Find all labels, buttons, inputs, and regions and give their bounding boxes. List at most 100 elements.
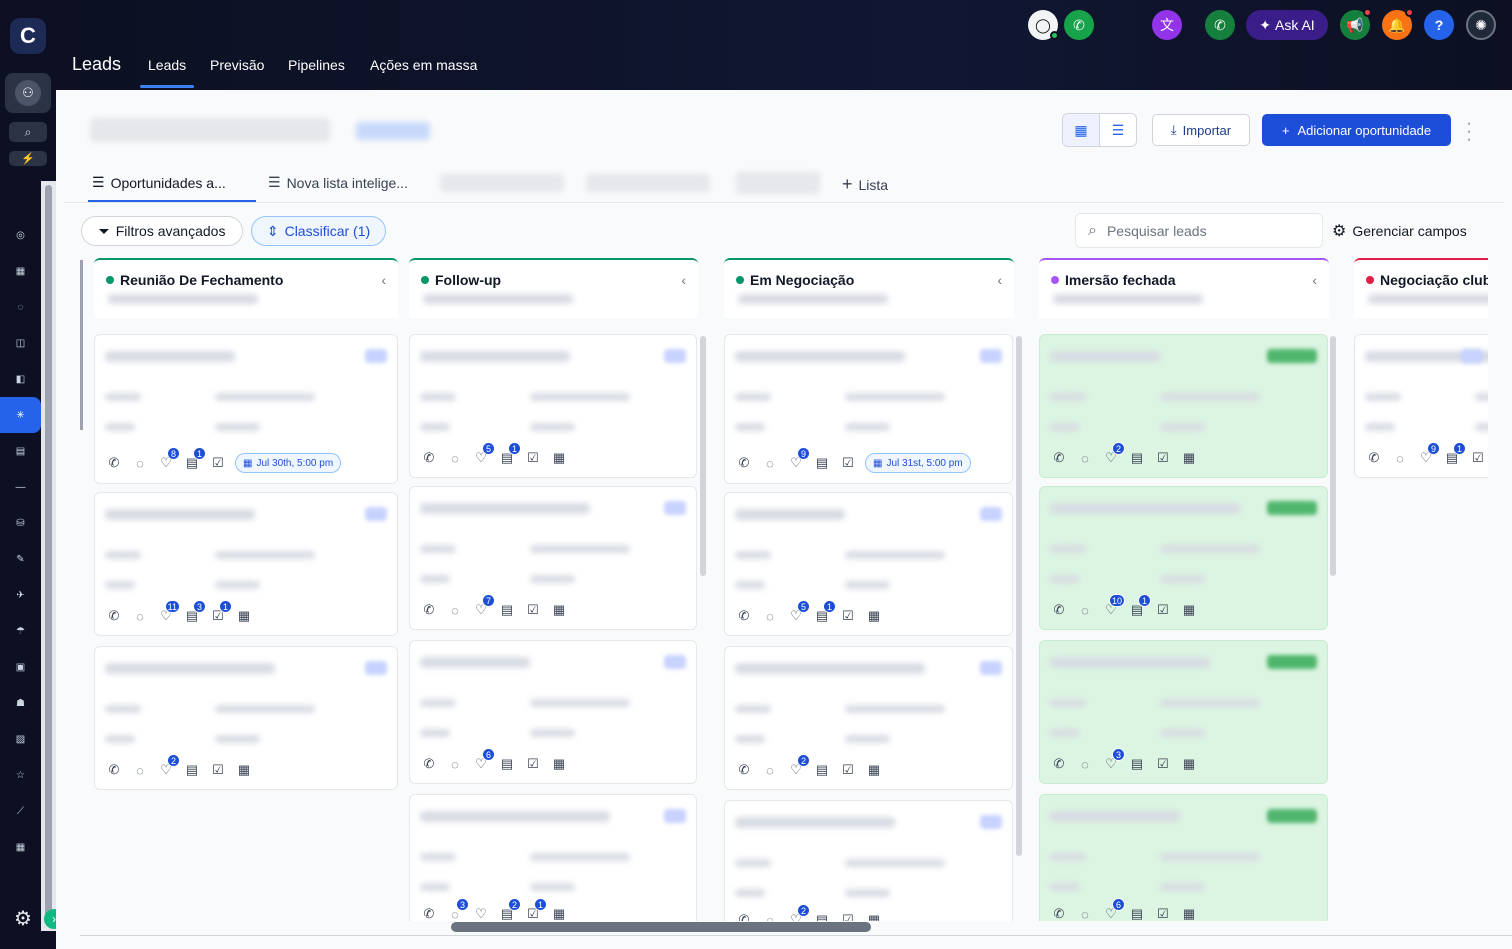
calendar-icon[interactable]: ▦: [550, 755, 568, 773]
phone-icon[interactable]: ✆: [1050, 449, 1068, 467]
chat-bubble-icon[interactable]: ◯: [1028, 10, 1059, 40]
doc-icon[interactable]: ▤: [1128, 905, 1146, 921]
tab-pipelines[interactable]: Pipelines: [288, 57, 345, 73]
doc-icon[interactable]: ▤: [183, 761, 201, 779]
tab-leads[interactable]: Leads: [148, 57, 186, 73]
account-switcher[interactable]: ⚇: [5, 73, 51, 113]
doc-icon[interactable]: ▤: [813, 761, 831, 779]
opportunity-card[interactable]: ✆◌♡9▤1☑▦: [1354, 334, 1488, 478]
help-icon[interactable]: ?: [1424, 10, 1454, 40]
board-horizontal-scrollbar[interactable]: [451, 922, 871, 932]
check-icon[interactable]: ☑: [1469, 449, 1487, 467]
check-icon[interactable]: ☑: [1154, 449, 1172, 467]
more-options-icon[interactable]: · · ·: [1464, 116, 1474, 148]
phone-icon[interactable]: ✆: [735, 607, 753, 625]
sidebar-item-12-icon[interactable]: ▣: [0, 649, 41, 685]
phone-icon[interactable]: ✆: [1205, 10, 1235, 40]
opportunity-card[interactable]: ✆ ◌ ♡ 3 ▤ ☑ ▦: [1039, 640, 1328, 784]
profile-avatar[interactable]: ✺: [1466, 10, 1496, 40]
check-icon[interactable]: ☑: [839, 607, 857, 625]
chat-icon[interactable]: ◌: [761, 454, 779, 472]
phone-icon[interactable]: ✆: [420, 449, 438, 467]
sidebar-item-15-icon[interactable]: ☆: [0, 757, 41, 793]
calendar-icon[interactable]: ▦: [235, 761, 253, 779]
list-tab-hidden[interactable]: [736, 172, 820, 194]
column-scrollbar[interactable]: [700, 336, 706, 576]
column-scrollbar[interactable]: [1330, 336, 1336, 576]
chat-icon[interactable]: ◌: [1076, 601, 1094, 619]
calendar-icon[interactable]: ▦: [1180, 449, 1198, 467]
list-tab-hidden[interactable]: [440, 174, 564, 192]
import-button[interactable]: ⤓ Importar: [1152, 114, 1250, 146]
sidebar-item-3-icon[interactable]: ◫: [0, 325, 41, 361]
list-view-icon[interactable]: ☰: [1100, 114, 1136, 146]
sidebar-item-8-icon[interactable]: ⛁: [0, 505, 41, 541]
translate-icon[interactable]: 文: [1152, 10, 1182, 40]
chat-icon[interactable]: ◌: [1076, 905, 1094, 922]
sidebar-item-0-icon[interactable]: ◎: [0, 217, 41, 253]
opportunity-card[interactable]: ✆ ◌ 3 ♡ ▤ 2 ☑ 1 ▦: [409, 794, 697, 921]
tag-icon[interactable]: ♡ 2: [787, 754, 810, 779]
doc-icon[interactable]: ▤ 1: [1128, 594, 1151, 619]
sidebar-scrollbar-thumb[interactable]: [45, 185, 52, 921]
tag-icon[interactable]: ♡ 8: [157, 447, 180, 472]
doc-icon[interactable]: ▤ 1: [813, 600, 836, 625]
phone-icon[interactable]: ✆: [735, 761, 753, 779]
check-icon[interactable]: ☑: [839, 454, 857, 472]
collapse-chevron-icon[interactable]: ‹: [381, 272, 386, 288]
opportunity-card[interactable]: ✆ ◌ ♡ 9 ▤ ☑ ▦ Jul 31st, 5:00 pm: [724, 334, 1013, 484]
calendar-icon[interactable]: ▦: [550, 449, 568, 467]
opportunity-card[interactable]: ✆ ◌ ♡ 7 ▤ ☑ ▦: [409, 486, 697, 630]
sidebar-item-4-icon[interactable]: ◧: [0, 361, 41, 397]
check-icon[interactable]: ☑: [1154, 601, 1172, 619]
calendar-icon[interactable]: ▦: [1180, 755, 1198, 773]
calendar-icon[interactable]: ▦: [865, 761, 883, 779]
phone-icon[interactable]: ✆: [1050, 601, 1068, 619]
check-icon[interactable]: ☑ 1: [524, 898, 547, 921]
settings-gear-icon[interactable]: ⚙: [14, 906, 32, 931]
sidebar-item-17-icon[interactable]: ▦: [0, 829, 41, 865]
list-tab-hidden[interactable]: [586, 174, 710, 192]
calendar-icon[interactable]: ▦: [865, 607, 883, 625]
tag-icon[interactable]: ♡ 6: [472, 748, 495, 773]
chat-icon[interactable]: ◌: [1076, 449, 1094, 467]
sidebar-item-1-icon[interactable]: ▦: [0, 253, 41, 289]
opportunity-card[interactable]: ✆ ◌ ♡ 2 ▤ ☑ ▦: [94, 646, 398, 790]
tag-icon[interactable]: ♡ 9: [1417, 442, 1440, 467]
doc-icon[interactable]: ▤ 1: [1443, 442, 1466, 467]
chat-icon[interactable]: ◌: [761, 911, 779, 922]
tag-icon[interactable]: ♡ 9: [787, 447, 810, 472]
tag-icon[interactable]: ♡ 6: [1102, 898, 1125, 921]
sidebar-item-13-icon[interactable]: ☗: [0, 685, 41, 721]
task-due-date-pill[interactable]: ▦ Jul 30th, 5:00 pm: [235, 453, 342, 473]
check-icon[interactable]: ☑: [209, 761, 227, 779]
opportunity-card[interactable]: ✆ ◌ ♡ 11 ▤ 3 ☑ 1 ▦: [94, 492, 398, 636]
check-icon[interactable]: ☑: [524, 601, 542, 619]
tab-previsao[interactable]: Previsão: [210, 57, 264, 73]
opportunity-card[interactable]: ✆ ◌ ♡ 8 ▤ 1 ☑ ▦ Jul 30th, 5:00 pm: [94, 334, 398, 484]
chat-icon[interactable]: ◌: [131, 761, 149, 779]
chat-icon[interactable]: ◌: [446, 601, 464, 619]
tag-icon[interactable]: ♡ 5: [787, 600, 810, 625]
tag-icon[interactable]: ♡ 7: [472, 594, 495, 619]
phone-icon[interactable]: ✆: [420, 755, 438, 773]
tag-icon[interactable]: ♡ 2: [1102, 442, 1125, 467]
sidebar-item-10-icon[interactable]: ✈: [0, 577, 41, 613]
tag-icon[interactable]: ♡ 5: [472, 442, 495, 467]
column-scrollbar[interactable]: [1016, 336, 1022, 856]
sidebar-item-16-icon[interactable]: ⟋: [0, 793, 41, 829]
check-icon[interactable]: ☑: [839, 911, 857, 921]
search-leads-input[interactable]: [1106, 222, 1287, 239]
ask-ai-button[interactable]: ✦ Ask AI: [1246, 10, 1328, 40]
sidebar-item-9-icon[interactable]: ✎: [0, 541, 41, 577]
sidebar-scrollbar[interactable]: [41, 181, 56, 931]
sidebar-item-2-icon[interactable]: ◌: [0, 289, 41, 325]
manage-fields-button[interactable]: ⚙ Gerenciar campos: [1332, 221, 1467, 241]
check-icon[interactable]: ☑: [524, 449, 542, 467]
task-due-date-pill[interactable]: ▦ Jul 31st, 5:00 pm: [865, 453, 971, 473]
calendar-icon[interactable]: ▦: [550, 601, 568, 619]
chat-icon[interactable]: ◌: [131, 454, 149, 472]
opportunity-card[interactable]: ✆ ◌ ♡ 2 ▤ ☑ ▦: [724, 646, 1013, 790]
announcements-megaphone-icon[interactable]: 📢: [1340, 8, 1372, 40]
chat-icon[interactable]: ◌: [446, 449, 464, 467]
